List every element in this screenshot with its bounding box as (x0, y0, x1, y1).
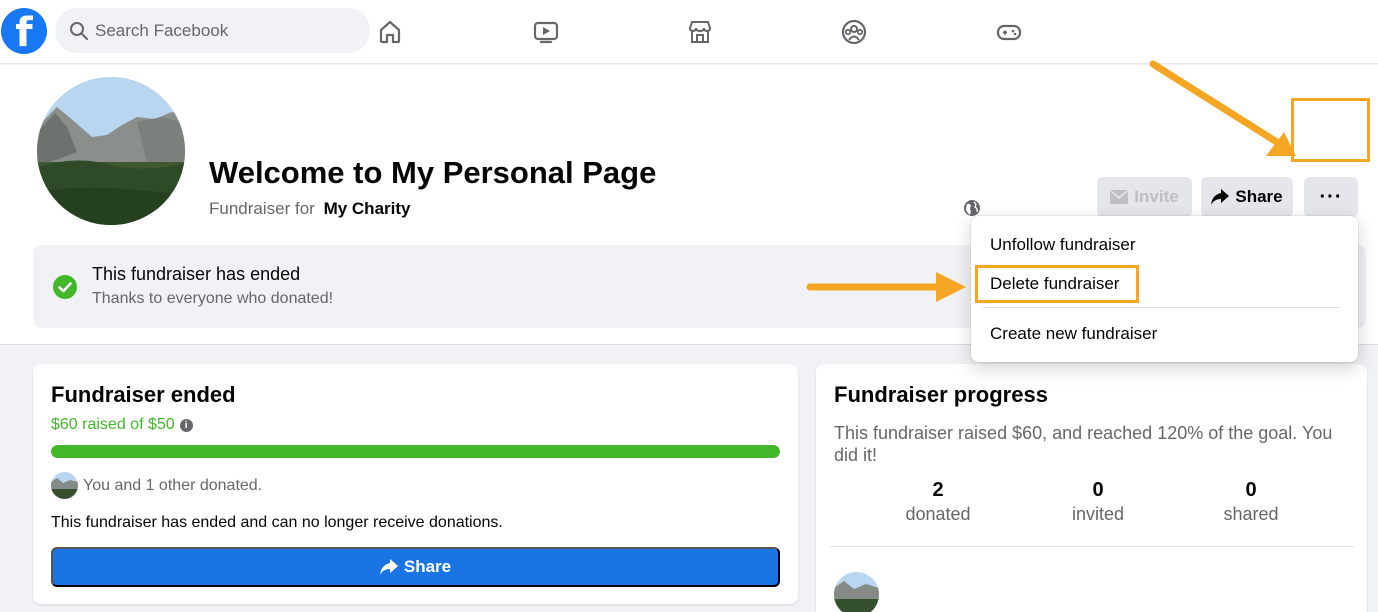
more-options-button[interactable]: ··· (1304, 177, 1358, 217)
progress-fill (51, 445, 780, 458)
ended-banner-title: This fundraiser has ended (92, 264, 301, 284)
check-circle-icon (53, 275, 77, 299)
top-navigation-bar: f (0, 0, 1378, 64)
card-title: Fundraiser progress (834, 382, 1048, 407)
card-divider (830, 546, 1354, 547)
stat-value: 0 (1245, 479, 1257, 501)
fundraiser-cover-avatar[interactable] (37, 77, 185, 225)
share-label: Share (1235, 187, 1283, 206)
donors-line: You and 1 other donated. (51, 472, 262, 499)
more-button-highlight (1291, 98, 1370, 162)
stat-invited: 0 invited (1038, 479, 1158, 525)
more-options-icon: ··· (1319, 185, 1343, 208)
facebook-logo-icon[interactable]: f (1, 8, 47, 54)
watch-icon[interactable] (528, 14, 564, 50)
marketplace-icon[interactable] (682, 14, 718, 50)
donors-text: You and 1 other donated. (83, 476, 263, 494)
ended-banner-subtitle: Thanks to everyone who donated! (92, 290, 334, 307)
info-icon[interactable]: i (179, 418, 193, 432)
share-arrow-icon (379, 559, 398, 575)
card-title: Fundraiser ended (51, 382, 236, 407)
raised-amount: $60 raised of $50 i (51, 416, 193, 434)
groups-icon[interactable] (836, 14, 872, 50)
stat-value: 2 (932, 479, 944, 501)
share-arrow-icon (1211, 189, 1230, 205)
globe-icon (964, 200, 980, 216)
menu-item-create-new[interactable]: Create new fundraiser (990, 324, 1157, 344)
invite-button[interactable]: Invite (1097, 177, 1192, 217)
share-label: Share (403, 557, 452, 576)
raised-text: $60 raised of $50 (51, 416, 175, 433)
search-box[interactable] (55, 8, 370, 53)
donor-avatar[interactable] (834, 572, 879, 612)
fundraiser-for-line: Fundraiser for My Charity (209, 199, 410, 219)
stat-value: 0 (1092, 479, 1104, 501)
progress-description: This fundraiser raised $60, and reached … (834, 423, 1333, 465)
envelope-icon (1110, 190, 1129, 204)
donor-avatar[interactable] (51, 472, 78, 499)
fundraiser-progress-card: Fundraiser progress This fundraiser rais… (816, 364, 1367, 612)
delete-item-highlight (975, 265, 1139, 303)
progress-bar (51, 445, 780, 458)
fundraiser-ended-card: Fundraiser ended $60 raised of $50 i You… (33, 364, 798, 604)
share-button[interactable]: Share (1201, 177, 1293, 217)
menu-item-unfollow[interactable]: Unfollow fundraiser (990, 235, 1136, 255)
gaming-icon[interactable] (991, 14, 1027, 50)
ended-note: This fundraiser has ended and can no lon… (51, 514, 503, 531)
home-icon[interactable] (372, 14, 408, 50)
page-title: Welcome to My Personal Page (209, 155, 657, 190)
stat-donated: 2 donated (878, 479, 998, 525)
fundraiser-for-label: Fundraiser for (209, 199, 315, 218)
search-input[interactable] (95, 20, 345, 41)
stat-label: shared (1223, 504, 1279, 524)
fundraiser-share-button[interactable]: Share (51, 547, 780, 587)
invite-label: Invite (1134, 187, 1179, 206)
stat-label: donated (905, 504, 971, 524)
search-icon (70, 21, 88, 40)
stat-shared: 0 shared (1191, 479, 1311, 525)
stat-label: invited (1071, 504, 1125, 524)
menu-divider (983, 307, 1340, 308)
charity-name-link[interactable]: My Charity (324, 199, 411, 218)
